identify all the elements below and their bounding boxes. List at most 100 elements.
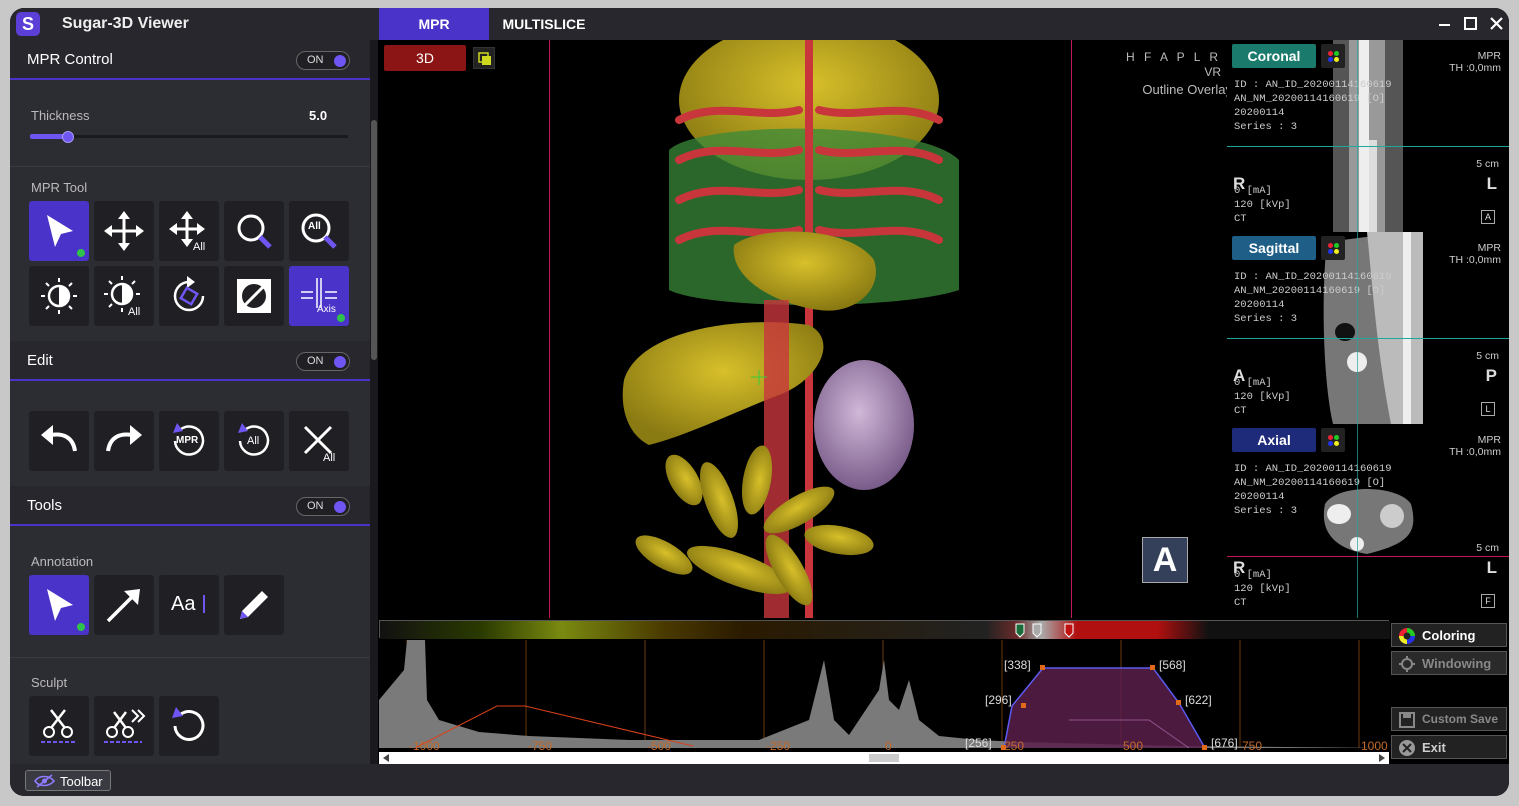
reset-mpr-suffix: MPR xyxy=(176,435,199,446)
axis-tick: 750 xyxy=(1242,739,1263,753)
axis-tick: -500 xyxy=(647,739,672,753)
reset-all-button[interactable]: All xyxy=(224,411,284,471)
panel-orientation-box[interactable]: A xyxy=(1481,210,1495,224)
cursor-tool-button[interactable] xyxy=(29,201,89,261)
outline-overlay-label: Outline Overlay xyxy=(1142,82,1227,97)
zoom-all-suffix: All xyxy=(308,221,321,232)
windowing-icon xyxy=(1399,656,1415,672)
window-level-all-tool-button[interactable]: All xyxy=(94,266,154,326)
window-level-tool-button[interactable] xyxy=(29,266,89,326)
crosshair-line[interactable] xyxy=(1227,338,1509,339)
panel-coronal[interactable]: Coronal MPR TH :0,0mm ID : AN_ID_20200114… xyxy=(1227,40,1509,232)
move-all-icon xyxy=(169,211,205,247)
histogram-scrollbar[interactable] xyxy=(379,752,1389,764)
panel-scale: 5 cm xyxy=(1476,158,1499,170)
text-icon: Aa xyxy=(171,593,196,615)
app-window: S Sugar-3D Viewer MPR MULTISLICE MPR Con… xyxy=(10,8,1509,796)
section-title: Tools xyxy=(27,497,63,514)
sculpt-scissors-button[interactable] xyxy=(29,696,89,756)
windowing-button[interactable]: Windowing xyxy=(1391,651,1507,675)
panel-label-coronal[interactable]: Coronal xyxy=(1232,44,1316,68)
panel-scale: 5 cm xyxy=(1476,542,1499,554)
panel-orientation-box[interactable]: F xyxy=(1481,594,1495,608)
orientation-cube[interactable]: A xyxy=(1142,537,1188,583)
bottom-bar: Toolbar xyxy=(10,764,1509,796)
color-wheel-icon xyxy=(1399,628,1415,644)
edit-toggle[interactable]: ON xyxy=(296,352,350,371)
undo-button[interactable] xyxy=(29,411,89,471)
undo-icon xyxy=(41,425,77,452)
rotate-icon xyxy=(173,276,205,312)
viewer-3d[interactable]: 3D H F A P L R VR Outline Overlay A xyxy=(379,40,1227,618)
toggle-label: ON xyxy=(307,500,324,512)
sculpt-reset-button[interactable] xyxy=(159,696,219,756)
exit-button[interactable]: Exit xyxy=(1391,735,1507,759)
annotation-cursor-button[interactable] xyxy=(29,575,89,635)
reset-mpr-button[interactable]: MPR xyxy=(159,411,219,471)
panel-scan-params: 0 [mA] 120 [kVp] CT xyxy=(1234,569,1291,609)
toggle-label: ON xyxy=(307,355,324,367)
coloring-button[interactable]: Coloring xyxy=(1391,623,1507,647)
left-panel: MPR Control ON Thickness 5.0 MPR Tool Al… xyxy=(10,40,370,764)
arrow-tool-button[interactable] xyxy=(94,575,154,635)
panel-axial[interactable]: Axial MPR TH :0,0mm ID : AN_ID_2020011416… xyxy=(1227,424,1509,616)
panel-patient-info: ID : AN_ID_20200114160619 AN_NM_202001141… xyxy=(1234,79,1392,133)
annotation-label: Annotation xyxy=(31,554,94,569)
panel-scale: 5 cm xyxy=(1476,350,1499,362)
axis-tool-button[interactable]: Axis xyxy=(289,266,349,326)
reset-all-suffix: All xyxy=(247,435,260,447)
hidden-eye-icon xyxy=(34,774,56,788)
panel-color-icon[interactable] xyxy=(1321,428,1345,452)
tab-mpr[interactable]: MPR xyxy=(379,8,489,40)
pencil-tool-button[interactable] xyxy=(224,575,284,635)
clear-all-button[interactable]: All xyxy=(289,411,349,471)
move-all-tool-button[interactable]: All xyxy=(159,201,219,261)
active-indicator xyxy=(77,249,85,257)
toolbar-button[interactable]: Toolbar xyxy=(25,770,111,791)
mpr-control-toggle[interactable]: ON xyxy=(296,51,350,70)
sculpt-scissors-fast-button[interactable] xyxy=(94,696,154,756)
crosshair-line[interactable] xyxy=(1227,146,1509,147)
thickness-slider[interactable] xyxy=(30,131,348,143)
invert-tool-button[interactable] xyxy=(224,266,284,326)
histogram-editor[interactable]: -1000 -750 -500 -250 0 250 500 750 1000 … xyxy=(379,640,1389,756)
panel-color-icon[interactable] xyxy=(1321,236,1345,260)
control-point-label: [676] xyxy=(1211,736,1238,750)
mpr-plane-line-left[interactable] xyxy=(549,40,550,618)
custom-save-button[interactable]: Custom Save xyxy=(1391,707,1507,731)
maximize-icon[interactable] xyxy=(1460,13,1482,35)
zoom-all-tool-button[interactable]: All xyxy=(289,201,349,261)
text-tool-button[interactable]: Aa xyxy=(159,575,219,635)
crosshair-line[interactable] xyxy=(1227,556,1509,557)
window-level-all-icon xyxy=(104,276,140,312)
panel-orientation-box[interactable]: L xyxy=(1481,402,1495,416)
tools-toggle[interactable]: ON xyxy=(296,497,350,516)
panel-label-axial[interactable]: Axial xyxy=(1232,428,1316,452)
panel-right-orientation: L xyxy=(1486,558,1497,577)
app-logo: S xyxy=(16,12,40,36)
color-transfer-bar[interactable] xyxy=(379,620,1390,639)
toggle-label: ON xyxy=(307,54,324,66)
section-title: Edit xyxy=(27,352,53,369)
axis-tick: -250 xyxy=(766,739,791,753)
panel-sagittal[interactable]: Sagittal MPR TH :0,0mm ID : AN_ID_2020011… xyxy=(1227,232,1509,424)
close-icon[interactable] xyxy=(1486,13,1508,35)
zoom-tool-button[interactable] xyxy=(224,201,284,261)
redo-button[interactable] xyxy=(94,411,154,471)
mode-3d-button[interactable]: 3D xyxy=(384,45,466,71)
tab-multislice[interactable]: MULTISLICE xyxy=(499,8,589,40)
minimize-icon[interactable] xyxy=(1434,13,1456,35)
layers-icon[interactable] xyxy=(473,47,495,69)
panel-right-orientation: P xyxy=(1485,366,1497,385)
move-tool-button[interactable] xyxy=(94,201,154,261)
panel-color-icon[interactable] xyxy=(1321,44,1345,68)
scissors-icon xyxy=(41,709,77,743)
left-panel-scrollbar[interactable] xyxy=(370,40,378,764)
panel-label-sagittal[interactable]: Sagittal xyxy=(1232,236,1316,260)
scissors-fast-icon xyxy=(104,709,146,743)
mpr-crosshair-vertical[interactable] xyxy=(1357,40,1358,618)
scrollbar-thumb[interactable] xyxy=(371,120,377,360)
mpr-plane-line-right[interactable] xyxy=(1071,40,1072,618)
axis-tick: -1000 xyxy=(409,739,440,753)
rotate-tool-button[interactable] xyxy=(159,266,219,326)
